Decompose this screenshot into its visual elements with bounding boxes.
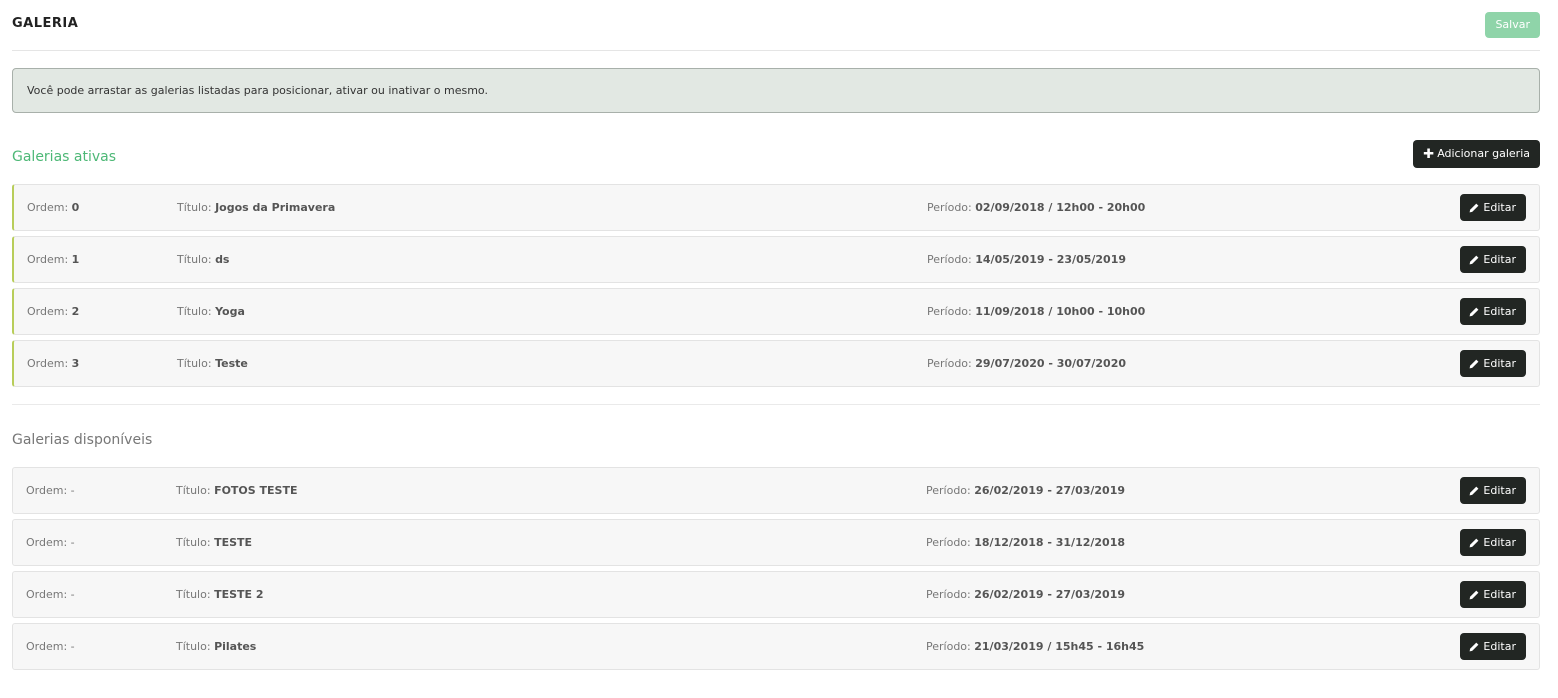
period-cell: Período: 26/02/2019 - 27/03/2019 bbox=[926, 588, 1126, 601]
pencil-icon bbox=[1469, 642, 1479, 652]
edit-button[interactable]: Editar bbox=[1460, 529, 1526, 556]
plus-icon: ✚ bbox=[1423, 146, 1435, 162]
pencil-icon bbox=[1469, 203, 1479, 213]
edit-button[interactable]: Editar bbox=[1460, 581, 1526, 608]
title-cell: Título: TESTE 2 bbox=[176, 588, 264, 601]
add-gallery-button[interactable]: ✚ Adicionar galeria bbox=[1413, 140, 1540, 168]
order-value: 3 bbox=[71, 357, 80, 370]
title-cell: Título: TESTE bbox=[176, 536, 253, 549]
title-value: Yoga bbox=[215, 305, 245, 318]
order-cell: Ordem: 1 bbox=[27, 253, 80, 266]
period-value: 14/05/2019 - 23/05/2019 bbox=[975, 253, 1127, 266]
order-cell: Ordem: - bbox=[26, 640, 75, 653]
order-cell: Ordem: - bbox=[26, 588, 75, 601]
pencil-icon bbox=[1469, 359, 1479, 369]
page-header: GALERIA Salvar bbox=[12, 0, 1540, 51]
title-value: FOTOS TESTE bbox=[214, 484, 298, 497]
info-alert: Você pode arrastar as galerias listadas … bbox=[12, 68, 1540, 113]
edit-button[interactable]: Editar bbox=[1460, 194, 1526, 221]
title-value: TESTE 2 bbox=[214, 588, 264, 601]
order-cell: Ordem: - bbox=[26, 484, 75, 497]
pencil-icon bbox=[1469, 307, 1479, 317]
period-cell: Período: 02/09/2018 / 12h00 - 20h00 bbox=[927, 201, 1146, 214]
available-gallery-list: Ordem: - Título: FOTOS TESTE Período: 26… bbox=[12, 467, 1540, 675]
title-cell: Título: ds bbox=[177, 253, 230, 266]
edit-button[interactable]: Editar bbox=[1460, 350, 1526, 377]
period-cell: Período: 11/09/2018 / 10h00 - 10h00 bbox=[927, 305, 1146, 318]
order-value: - bbox=[70, 588, 75, 601]
title-cell: Título: FOTOS TESTE bbox=[176, 484, 298, 497]
period-value: 18/12/2018 - 31/12/2018 bbox=[974, 536, 1126, 549]
section-divider bbox=[12, 404, 1540, 405]
active-gallery-list: Ordem: 0 Título: Jogos da Primavera Perí… bbox=[12, 184, 1540, 392]
period-cell: Período: 29/07/2020 - 30/07/2020 bbox=[927, 357, 1127, 370]
title-cell: Título: Teste bbox=[177, 357, 248, 370]
gallery-row[interactable]: Ordem: - Título: TESTE 2 Período: 26/02/… bbox=[12, 571, 1540, 618]
order-cell: Ordem: 2 bbox=[27, 305, 80, 318]
edit-button[interactable]: Editar bbox=[1460, 246, 1526, 273]
period-value: 26/02/2019 - 27/03/2019 bbox=[974, 588, 1126, 601]
gallery-row[interactable]: Ordem: - Título: TESTE Período: 18/12/20… bbox=[12, 519, 1540, 566]
save-button[interactable]: Salvar bbox=[1485, 12, 1540, 38]
title-value: Pilates bbox=[214, 640, 257, 653]
pencil-icon bbox=[1469, 255, 1479, 265]
order-value: 1 bbox=[71, 253, 80, 266]
gallery-row[interactable]: Ordem: 0 Título: Jogos da Primavera Perí… bbox=[12, 184, 1540, 231]
gallery-row[interactable]: Ordem: 3 Título: Teste Período: 29/07/20… bbox=[12, 340, 1540, 387]
title-value: ds bbox=[215, 253, 230, 266]
title-cell: Título: Jogos da Primavera bbox=[177, 201, 336, 214]
active-galleries-title: Galerias ativas bbox=[12, 149, 117, 165]
pencil-icon bbox=[1469, 538, 1479, 548]
order-value: 2 bbox=[71, 305, 80, 318]
gallery-row[interactable]: Ordem: 1 Título: ds Período: 14/05/2019 … bbox=[12, 236, 1540, 283]
title-cell: Título: Pilates bbox=[176, 640, 257, 653]
period-cell: Período: 14/05/2019 - 23/05/2019 bbox=[927, 253, 1127, 266]
order-cell: Ordem: - bbox=[26, 536, 75, 549]
order-cell: Ordem: 3 bbox=[27, 357, 80, 370]
available-galleries-title: Galerias disponíveis bbox=[12, 432, 153, 448]
gallery-row[interactable]: Ordem: 2 Título: Yoga Período: 11/09/201… bbox=[12, 288, 1540, 335]
gallery-row[interactable]: Ordem: - Título: Pilates Período: 21/03/… bbox=[12, 623, 1540, 670]
title-value: Teste bbox=[215, 357, 248, 370]
period-cell: Período: 21/03/2019 / 15h45 - 16h45 bbox=[926, 640, 1145, 653]
edit-button[interactable]: Editar bbox=[1460, 477, 1526, 504]
gallery-row[interactable]: Ordem: - Título: FOTOS TESTE Período: 26… bbox=[12, 467, 1540, 514]
title-value: TESTE bbox=[214, 536, 253, 549]
pencil-icon bbox=[1469, 486, 1479, 496]
order-value: - bbox=[70, 536, 75, 549]
order-value: - bbox=[70, 640, 75, 653]
period-value: 02/09/2018 / 12h00 - 20h00 bbox=[975, 201, 1146, 214]
period-cell: Período: 18/12/2018 - 31/12/2018 bbox=[926, 536, 1126, 549]
add-gallery-label: Adicionar galeria bbox=[1437, 147, 1530, 160]
title-cell: Título: Yoga bbox=[177, 305, 245, 318]
title-value: Jogos da Primavera bbox=[215, 201, 336, 214]
order-value: 0 bbox=[71, 201, 80, 214]
period-value: 11/09/2018 / 10h00 - 10h00 bbox=[975, 305, 1146, 318]
order-cell: Ordem: 0 bbox=[27, 201, 80, 214]
period-cell: Período: 26/02/2019 - 27/03/2019 bbox=[926, 484, 1126, 497]
period-value: 21/03/2019 / 15h45 - 16h45 bbox=[974, 640, 1145, 653]
page-title: GALERIA bbox=[12, 16, 79, 31]
period-value: 26/02/2019 - 27/03/2019 bbox=[974, 484, 1126, 497]
order-value: - bbox=[70, 484, 75, 497]
edit-button[interactable]: Editar bbox=[1460, 633, 1526, 660]
pencil-icon bbox=[1469, 590, 1479, 600]
edit-button[interactable]: Editar bbox=[1460, 298, 1526, 325]
period-value: 29/07/2020 - 30/07/2020 bbox=[975, 357, 1127, 370]
